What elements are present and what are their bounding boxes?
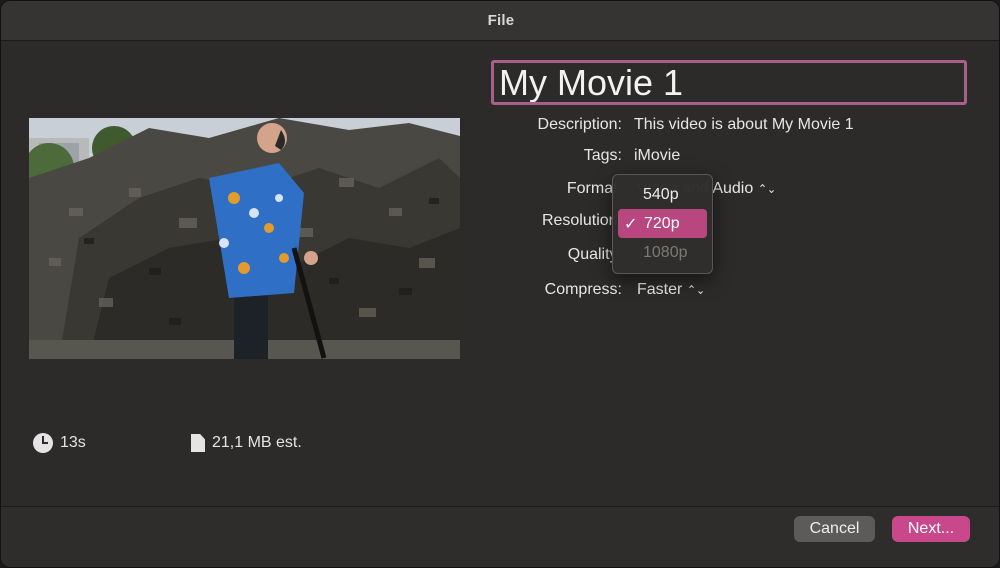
description-value[interactable]: This video is about My Movie 1 bbox=[634, 116, 854, 134]
window-title: File bbox=[487, 12, 515, 29]
resolution-menu: 540p ✓ 720p 1080p bbox=[612, 174, 713, 274]
file-size-value: 21,1 MB est. bbox=[212, 434, 302, 451]
checkmark-icon: ✓ bbox=[624, 216, 638, 233]
clock-icon bbox=[33, 433, 53, 453]
quality-label: Quality: bbox=[567, 246, 622, 263]
title-field[interactable] bbox=[491, 60, 967, 105]
menu-item-720p[interactable]: ✓ 720p bbox=[618, 209, 707, 238]
document-icon bbox=[191, 434, 205, 452]
resolution-label: Resolution: bbox=[541, 212, 622, 229]
menu-item-1080p: 1080p bbox=[643, 243, 688, 261]
updown-chevron-icon: ⌃⌄ bbox=[687, 283, 706, 297]
next-button[interactable]: Next... bbox=[892, 516, 970, 542]
duration-info: 13s bbox=[33, 431, 86, 455]
title-input[interactable] bbox=[494, 63, 964, 102]
compress-value: Faster bbox=[637, 281, 683, 298]
menu-item-540p[interactable]: 540p bbox=[618, 180, 707, 209]
duration-value: 13s bbox=[60, 434, 86, 451]
tags-value[interactable]: iMovie bbox=[634, 147, 680, 165]
format-label: Format: bbox=[566, 180, 622, 197]
file-size-info: 21,1 MB est. bbox=[191, 431, 302, 455]
window-titlebar[interactable]: File bbox=[1, 1, 999, 41]
compress-popup[interactable]: Faster ⌃⌄ bbox=[637, 281, 706, 299]
tags-label: Tags: bbox=[583, 147, 622, 164]
video-thumbnail bbox=[29, 118, 460, 359]
updown-chevron-icon: ⌃⌄ bbox=[758, 182, 777, 196]
cancel-button[interactable]: Cancel bbox=[794, 516, 875, 542]
description-label: Description: bbox=[537, 116, 622, 133]
export-file-dialog: File 13s 21,1 MB est. My Movie 1 Descrip… bbox=[0, 0, 1000, 568]
compress-label: Compress: bbox=[544, 281, 622, 298]
